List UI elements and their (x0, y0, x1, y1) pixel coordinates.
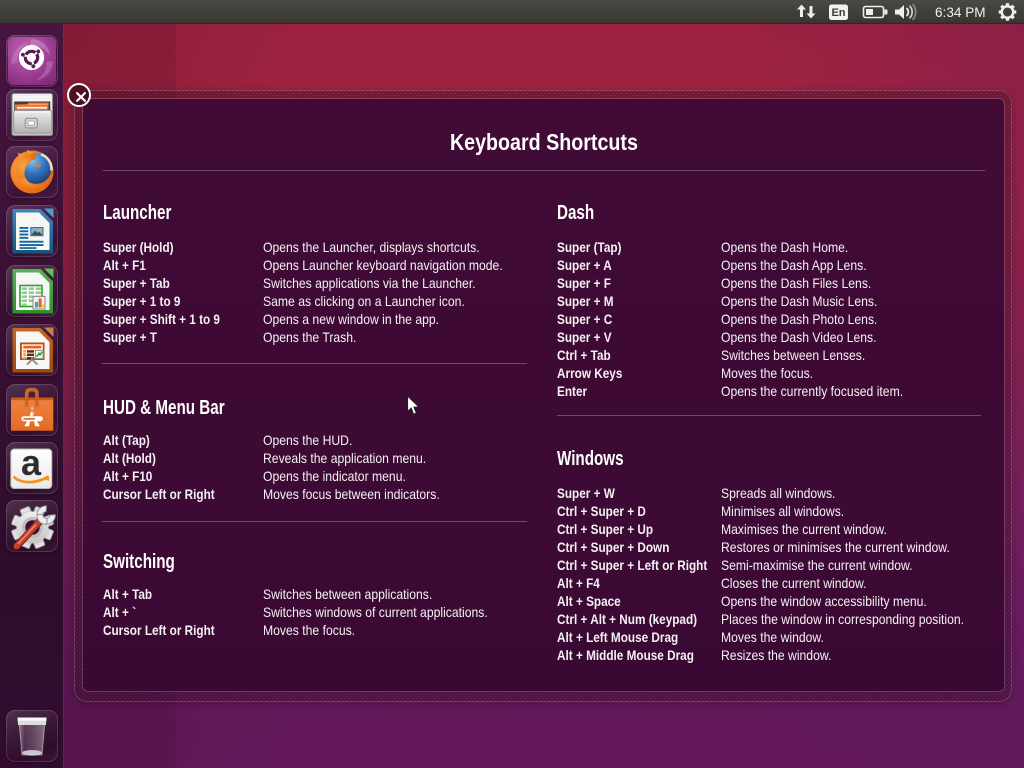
svg-text:a: a (21, 444, 42, 483)
svg-text:En: En (831, 7, 845, 19)
